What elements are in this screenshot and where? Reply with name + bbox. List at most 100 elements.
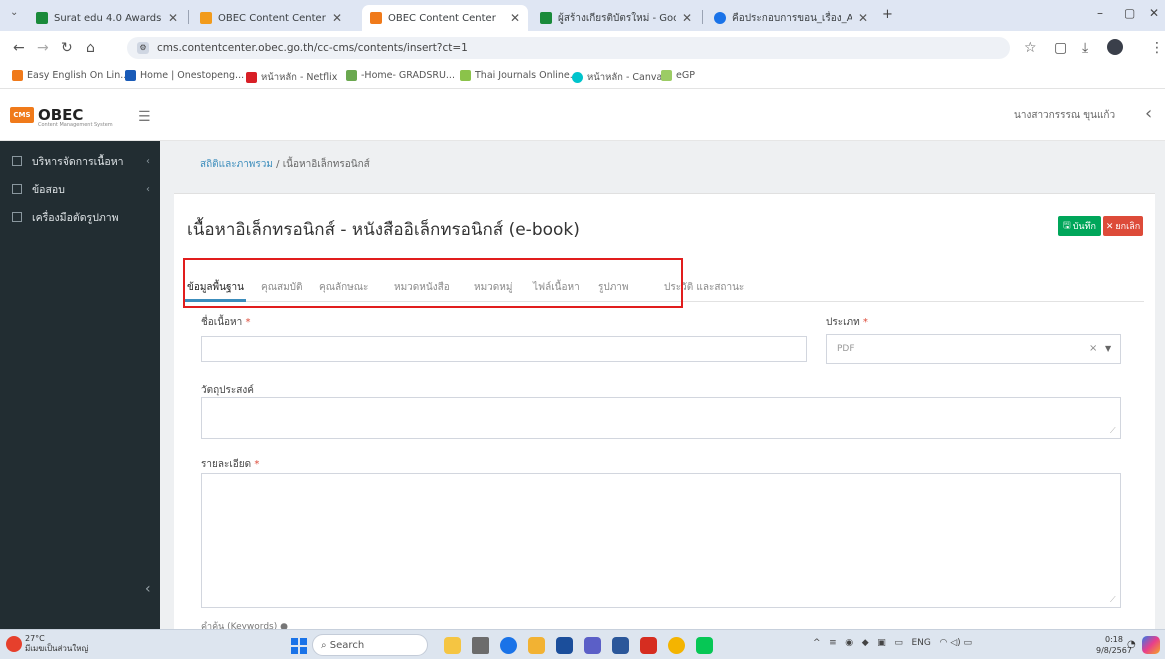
edge-icon[interactable] [500, 637, 517, 654]
file-explorer-icon[interactable] [444, 637, 461, 654]
bookmark-item[interactable]: Thai Journals Online... [460, 70, 579, 81]
list-icon [12, 184, 22, 194]
app-logo[interactable]: CMS OBEC Content Management System [0, 89, 160, 141]
bookmark-item[interactable]: eGP [661, 70, 695, 81]
word-icon[interactable] [612, 637, 629, 654]
extensions-icon[interactable]: ▢ [1054, 40, 1067, 56]
line-icon[interactable] [696, 637, 713, 654]
breadcrumb-separator: / [276, 159, 280, 170]
hamburger-menu-icon[interactable]: ☰ [138, 109, 151, 125]
system-tray: ^ ≡ ◉ ◆ ▣ ▭ ENG ◠ ◁) ▭ [813, 638, 972, 648]
acrobat-icon[interactable] [640, 637, 657, 654]
chevron-down-icon[interactable]: ▼ [1105, 335, 1111, 363]
forward-arrow-icon[interactable]: → [37, 40, 49, 56]
chevron-left-icon[interactable]: ‹ [1145, 103, 1152, 124]
sidebar-item-label: ข้อสอบ [32, 183, 65, 196]
home-icon[interactable]: ⌂ [86, 40, 95, 56]
browser-tab-2[interactable]: OBEC Content Center ✕ [192, 5, 350, 31]
tray-app-icon[interactable]: ◉ [845, 638, 853, 648]
close-tab-icon[interactable]: ✕ [510, 11, 520, 25]
cancel-button[interactable]: ✕ ยกเลิก [1103, 216, 1143, 236]
close-tab-icon[interactable]: ✕ [682, 11, 692, 25]
site-info-icon[interactable]: ⚙ [137, 42, 149, 54]
clear-selection-icon[interactable]: × [1089, 335, 1097, 363]
search-placeholder: Search [329, 640, 365, 651]
browser-tab-title: OBEC Content Center [388, 12, 496, 24]
tray-app-icon[interactable]: ◆ [862, 638, 869, 648]
bookmark-star-icon[interactable]: ☆ [1024, 40, 1037, 56]
wifi-icon[interactable]: ◠ [939, 638, 947, 648]
chevron-up-icon[interactable]: ^ [813, 638, 821, 648]
bookmark-item[interactable]: Easy English On Lin... [12, 70, 129, 81]
more-menu-icon[interactable]: ⋮ [1150, 40, 1164, 56]
detail-label: รายละเอียด * [201, 459, 260, 470]
tray-app-icon[interactable]: ▣ [877, 638, 886, 648]
tab-search-icon[interactable]: ⌄ [10, 7, 18, 18]
bookmarks-bar: Easy English On Lin... Home | Onestopeng… [0, 65, 1165, 89]
language-indicator[interactable]: ENG [911, 638, 930, 648]
resize-handle-icon[interactable]: ⟋ [1110, 595, 1116, 605]
close-tab-icon[interactable]: ✕ [858, 11, 868, 25]
volume-icon[interactable]: ◁) [950, 638, 960, 648]
browser-toolbar: ← → ↻ ⌂ ⚙ cms.contentcenter.obec.go.th/c… [0, 31, 1165, 65]
detail-textarea[interactable]: ⟋ [201, 473, 1121, 608]
user-name[interactable]: นางสาวกรรรณ ขุนแก้ว [1014, 108, 1115, 123]
folder-icon[interactable] [528, 637, 545, 654]
bookmark-item[interactable]: หน้าหลัก - Netflix [246, 70, 337, 85]
type-select[interactable]: PDF × ▼ [826, 334, 1121, 364]
store-icon[interactable] [556, 637, 573, 654]
address-bar[interactable]: ⚙ cms.contentcenter.obec.go.th/cc-cms/co… [127, 37, 1010, 59]
objective-textarea[interactable]: ⟋ [201, 397, 1121, 439]
task-view-icon[interactable] [472, 637, 489, 654]
notification-bell-icon[interactable]: ◔ [1127, 639, 1136, 650]
breadcrumb-root[interactable]: สถิติและภาพรวม [200, 159, 273, 170]
sidebar-collapse-icon[interactable]: ‹ [145, 581, 151, 597]
profile-avatar-icon[interactable] [1107, 39, 1123, 55]
bookmark-item[interactable]: -Home- GRADSRU... [346, 70, 455, 81]
windows-start-icon[interactable] [291, 638, 307, 654]
obec-favicon-icon [200, 12, 212, 24]
image-icon [12, 212, 22, 222]
sidebar-item-image-crop[interactable]: เครื่องมือตัดรูปภาพ [0, 203, 160, 231]
close-tab-icon[interactable]: ✕ [332, 11, 342, 25]
page-title: เนื้อหาอิเล็กทรอนิกส์ - หนังสืออิเล็กทรอ… [187, 220, 580, 240]
sidebar-item-exam[interactable]: ข้อสอบ ‹ [0, 175, 160, 203]
content-name-input[interactable] [201, 336, 807, 362]
restore-button[interactable]: ▢ [1124, 6, 1135, 20]
sidebar: บริหารจัดการเนื้อหา ‹ ข้อสอบ ‹ เครื่องมื… [0, 141, 160, 629]
save-button[interactable]: 🖫 บันทึก [1058, 216, 1101, 236]
time: 0:18 [1104, 635, 1123, 644]
browser-tab-strip: ⌄ Surat edu 4.0 Awards - Google ✕ OBEC C… [0, 0, 1165, 31]
obec-favicon-icon [370, 12, 382, 24]
bookmark-favicon-icon [125, 70, 136, 81]
close-tab-icon[interactable]: ✕ [168, 11, 178, 25]
taskbar-search[interactable]: ⌕ Search [312, 634, 428, 656]
main-content: สถิติและภาพรวม / เนื้อหาอิเล็กทรอนิกส์ เ… [160, 141, 1165, 633]
minimize-button[interactable]: – [1097, 6, 1103, 20]
bookmark-label: หน้าหลัก - Netflix [261, 72, 338, 83]
browser-tab-1[interactable]: Surat edu 4.0 Awards - Google ✕ [28, 5, 186, 31]
chevron-left-icon: ‹ [146, 183, 150, 195]
bookmark-label: eGP [676, 70, 695, 81]
back-arrow-icon[interactable]: ← [13, 40, 25, 56]
battery-icon[interactable]: ▭ [964, 638, 973, 648]
browser-tab-5[interactable]: คือประกอบการขอน_เรื่อง_Asking_ ✕ [706, 5, 876, 31]
new-tab-button[interactable]: + [882, 7, 893, 22]
browser-tab-title: OBEC Content Center [218, 12, 326, 24]
bookmark-item[interactable]: หน้าหลัก - Canva [572, 70, 662, 85]
bookmark-item[interactable]: Home | Onestopeng... [125, 70, 244, 81]
tray-app-icon[interactable]: ≡ [829, 638, 837, 648]
browser-tab-3-active[interactable]: OBEC Content Center ✕ [362, 5, 528, 31]
close-window-button[interactable]: ✕ [1149, 6, 1159, 20]
reload-icon[interactable]: ↻ [61, 40, 73, 56]
browser-tab-4[interactable]: ผู้สร้างเกียรติบัตรใหม่ - Google ✕ [532, 5, 700, 31]
chrome-icon[interactable] [668, 637, 685, 654]
copilot-icon[interactable] [1142, 636, 1160, 654]
tray-app-icon[interactable]: ▭ [894, 638, 903, 648]
sidebar-item-content-management[interactable]: บริหารจัดการเนื้อหา ‹ [0, 147, 160, 175]
save-label: บันทึก [1072, 221, 1096, 231]
download-icon[interactable]: ⤓ [1082, 40, 1088, 56]
resize-handle-icon[interactable]: ⟋ [1110, 426, 1116, 436]
weather-widget[interactable]: 27°C มีเมฆเป็นส่วนใหญ่ [6, 634, 88, 654]
teams-icon[interactable] [584, 637, 601, 654]
